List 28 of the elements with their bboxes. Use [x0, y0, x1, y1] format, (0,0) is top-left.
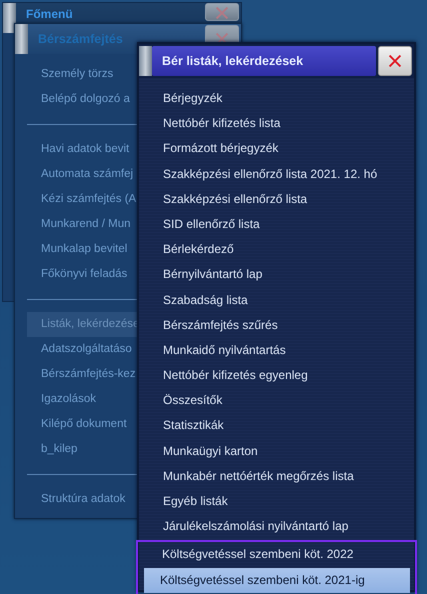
window-handle[interactable] — [15, 24, 28, 54]
menu-item[interactable]: Szakképzési ellenőrző lista 2021. 12. hó — [139, 162, 414, 187]
menu-item[interactable]: Munkaidő nyilvántartás — [139, 338, 414, 364]
window-handle[interactable] — [3, 3, 16, 33]
menu-item[interactable]: Összesítők — [139, 388, 414, 414]
menu-item[interactable]: Bérjegyzék — [139, 86, 414, 112]
menu-item[interactable]: Nettóbér kifizetés lista — [139, 111, 414, 136]
menu-item[interactable]: Költségvetéssel szembeni köt. 2022 — [141, 542, 412, 568]
menu-item[interactable]: SID ellenőrző lista — [139, 212, 414, 238]
menu-item[interactable]: Bérnyilvántartó lap — [139, 262, 414, 288]
menu-item[interactable]: Járulékelszámolási nyilvántartó lap — [139, 514, 414, 540]
window-title: Főmenü — [25, 6, 74, 21]
menu-item[interactable]: Költségvetéssel szembeni köt. 2021-ig — [144, 568, 410, 593]
menu-item[interactable]: Nettóbér kifizetés egyenleg — [139, 363, 414, 388]
close-button[interactable] — [378, 46, 412, 76]
menu-item[interactable]: Formázott bérjegyzék — [139, 136, 414, 162]
dialog-title: Bér listák, lekérdezések — [152, 46, 376, 76]
menu-item[interactable]: Szakképzési ellenőrző lista — [139, 186, 414, 212]
window-title: Bérszámfejtés — [37, 32, 124, 46]
close-icon — [386, 52, 404, 70]
menu-item[interactable]: Szabadság lista — [139, 288, 414, 313]
menu-item[interactable]: Egyéb listák — [139, 489, 414, 514]
close-icon — [213, 4, 231, 20]
menu-item[interactable]: Statisztikák — [139, 413, 414, 439]
menu-item[interactable]: Bérlekérdező — [139, 237, 414, 262]
menu-item[interactable]: Munkabér nettóérték megőrzés lista — [139, 464, 414, 489]
window-handle[interactable] — [139, 46, 152, 76]
menu-item[interactable]: Munkaügyi karton — [139, 438, 414, 464]
